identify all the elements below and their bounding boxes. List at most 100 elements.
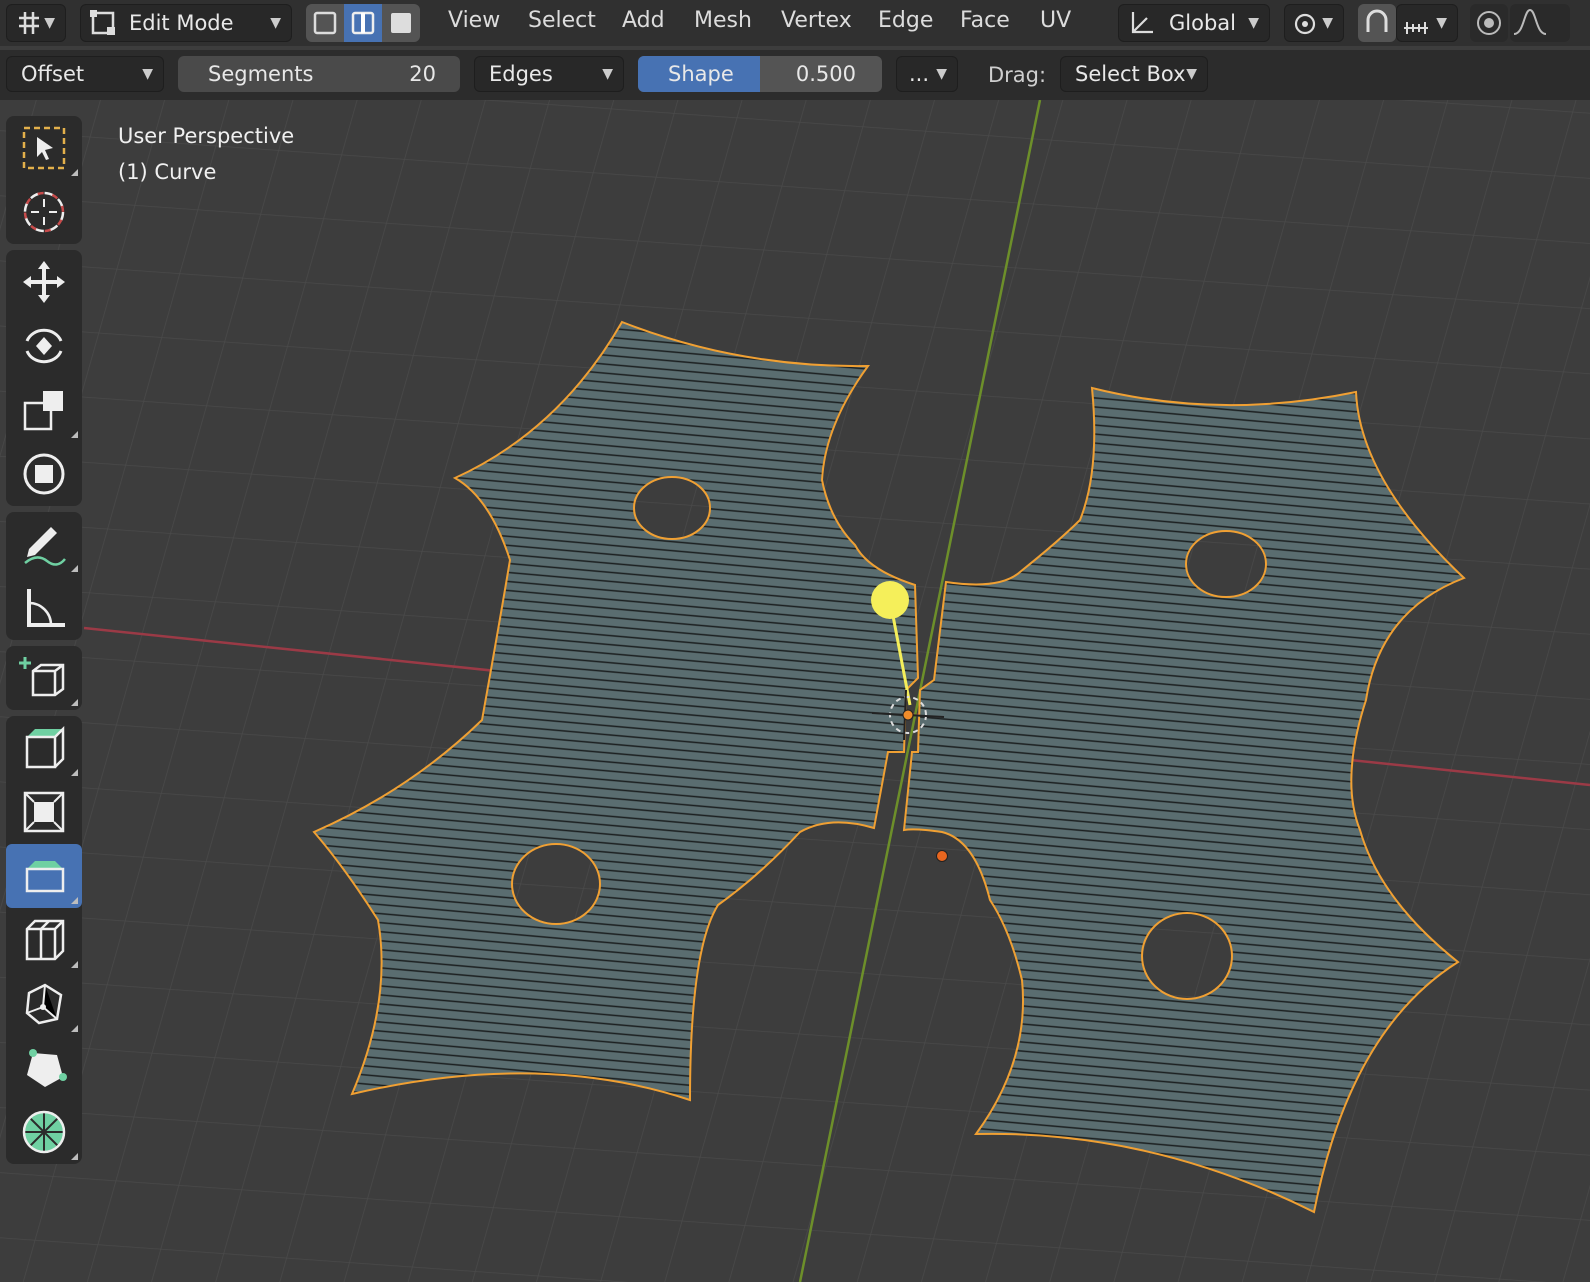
move-tool[interactable] bbox=[6, 250, 82, 314]
menu-uv[interactable]: UV bbox=[1040, 8, 1071, 33]
ruler-icon bbox=[27, 589, 65, 627]
tool-variant-indicator bbox=[71, 961, 78, 968]
tool-variant-indicator bbox=[71, 897, 78, 904]
gizmo-handle-knob[interactable] bbox=[871, 581, 909, 619]
pivot-point-dropdown[interactable]: ▼ bbox=[1284, 4, 1344, 42]
menu-edge[interactable]: Edge bbox=[878, 8, 933, 33]
menu-vertex[interactable]: Vertex bbox=[781, 8, 852, 33]
knife-icon bbox=[25, 983, 63, 1025]
more-options-dropdown[interactable]: ... ▼ bbox=[896, 56, 958, 92]
editor-type-button[interactable]: ▼ bbox=[6, 4, 66, 42]
offset-type-label: Offset bbox=[21, 62, 85, 86]
measure-tool[interactable] bbox=[6, 576, 82, 640]
chevron-down-icon: ▼ bbox=[270, 15, 281, 31]
viewport-info: User Perspective (1) Curve bbox=[118, 118, 294, 190]
tool-settings-bar: Offset ▼ Segments 20 Edges ▼ Shape 0.500… bbox=[0, 50, 1590, 100]
mode-dropdown[interactable]: Edit Mode ▼ bbox=[80, 4, 292, 42]
poly-build-tool[interactable] bbox=[6, 1036, 82, 1100]
poly-build-icon bbox=[27, 1049, 67, 1087]
bevel-icon bbox=[25, 861, 65, 893]
vertex-select-icon bbox=[313, 11, 337, 35]
segments-value: 20 bbox=[409, 62, 436, 86]
tool-variant-indicator bbox=[71, 169, 78, 176]
bevel-tool[interactable] bbox=[6, 844, 82, 908]
select-box-tool[interactable] bbox=[6, 116, 82, 180]
menu-face[interactable]: Face bbox=[960, 8, 1010, 33]
menu-select[interactable]: Select bbox=[528, 8, 596, 33]
face-select-icon bbox=[391, 13, 411, 33]
tool-variant-indicator bbox=[71, 769, 78, 776]
rotate-tool[interactable] bbox=[6, 314, 82, 378]
loop-cut-icon bbox=[25, 919, 65, 961]
loop-cut-tool[interactable] bbox=[6, 908, 82, 972]
view-name-label: User Perspective bbox=[118, 124, 295, 148]
drag-action-dropdown[interactable]: Select Box ▼ bbox=[1060, 56, 1208, 92]
select-box-icon bbox=[22, 126, 66, 170]
tool-variant-indicator bbox=[71, 1025, 78, 1032]
knife-tool[interactable] bbox=[6, 972, 82, 1036]
mesh-grid-icon bbox=[19, 12, 39, 34]
rotate-icon bbox=[25, 328, 63, 364]
transform-tool[interactable] bbox=[6, 442, 82, 506]
pencil-icon bbox=[24, 527, 66, 566]
vertex-select-button[interactable] bbox=[306, 4, 344, 42]
3d-viewport[interactable] bbox=[0, 100, 1590, 1282]
tool-group-annotate bbox=[6, 512, 82, 640]
menu-view[interactable]: View bbox=[448, 8, 500, 33]
drag-label: Drag: bbox=[988, 63, 1047, 87]
tool-shelf bbox=[6, 116, 82, 1170]
pivot-icon bbox=[1294, 13, 1316, 35]
edge-select-icon bbox=[351, 11, 375, 35]
affect-label: Edges bbox=[489, 62, 553, 86]
segments-field[interactable]: Segments 20 bbox=[178, 56, 460, 92]
edge-select-button[interactable] bbox=[344, 4, 382, 42]
header-bar: ▼ Edit Mode ▼ View Select Add Mesh Verte… bbox=[0, 0, 1590, 46]
scale-tool[interactable] bbox=[6, 378, 82, 442]
chevron-down-icon: ▼ bbox=[142, 66, 153, 82]
add-cube-icon bbox=[19, 657, 65, 697]
chevron-down-icon: ▼ bbox=[1322, 15, 1333, 31]
menu-add[interactable]: Add bbox=[622, 8, 665, 33]
mode-label: Edit Mode bbox=[129, 11, 234, 35]
shape-value: 0.500 bbox=[795, 62, 856, 86]
object-origin-dot bbox=[936, 850, 948, 862]
tool-variant-indicator bbox=[71, 699, 78, 706]
tool-variant-indicator bbox=[71, 431, 78, 438]
snap-toggle[interactable] bbox=[1358, 4, 1396, 42]
spin-tool[interactable] bbox=[6, 1100, 82, 1164]
chevron-down-icon: ▼ bbox=[602, 66, 613, 82]
transform-icon bbox=[23, 453, 65, 495]
orientation-label: Global bbox=[1169, 11, 1236, 35]
chevron-down-icon: ▼ bbox=[1248, 15, 1259, 31]
tool-group-select bbox=[6, 116, 82, 244]
tool-group-add bbox=[6, 646, 82, 710]
magnet-icon bbox=[1366, 9, 1388, 32]
cursor-tool[interactable] bbox=[6, 180, 82, 244]
snap-increment-icon bbox=[1404, 22, 1428, 34]
offset-type-dropdown[interactable]: Offset ▼ bbox=[6, 56, 164, 92]
segments-label: Segments bbox=[208, 62, 314, 86]
shape-label: Shape bbox=[668, 62, 734, 86]
more-options-label: ... bbox=[909, 62, 930, 86]
tool-group-transform bbox=[6, 250, 82, 506]
scale-icon bbox=[23, 391, 63, 431]
extrude-region-tool[interactable] bbox=[6, 716, 82, 780]
menu-mesh[interactable]: Mesh bbox=[694, 8, 752, 33]
affect-dropdown[interactable]: Edges ▼ bbox=[474, 56, 624, 92]
orientation-axes-icon bbox=[1131, 12, 1153, 34]
chevron-down-icon: ▼ bbox=[44, 15, 55, 31]
face-select-button[interactable] bbox=[382, 4, 420, 42]
falloff-dropdown[interactable] bbox=[1510, 4, 1570, 42]
add-cube-tool[interactable] bbox=[6, 646, 82, 710]
proportional-edit-toggle[interactable] bbox=[1470, 4, 1508, 42]
shape-slider[interactable]: Shape 0.500 bbox=[638, 56, 882, 92]
snap-target-dropdown[interactable]: ▼ bbox=[1396, 4, 1458, 42]
chevron-down-icon: ▼ bbox=[936, 66, 947, 82]
extrude-icon bbox=[25, 725, 65, 769]
inset-faces-tool[interactable] bbox=[6, 780, 82, 844]
transform-orientation-dropdown[interactable]: Global ▼ bbox=[1118, 4, 1270, 42]
inset-icon bbox=[23, 791, 65, 833]
annotate-tool[interactable] bbox=[6, 512, 82, 576]
move-icon bbox=[23, 261, 65, 303]
chevron-down-icon: ▼ bbox=[1186, 66, 1197, 82]
